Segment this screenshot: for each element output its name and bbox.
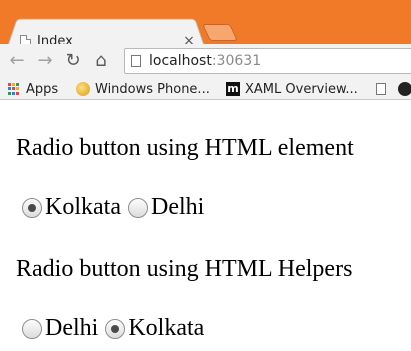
radio-label-delhi: Delhi [45,315,99,341]
section2-heading: Radio button using HTML Helpers [16,256,353,282]
radio-delhi[interactable] [22,318,42,339]
tab-strip: Index × [0,13,411,49]
page-icon [131,55,141,67]
radio-kolkata[interactable] [22,197,42,218]
m-logo-icon: m [226,82,240,96]
radio-label-delhi: Delhi [150,194,205,220]
url-port: :30631 [211,53,262,69]
radio-kolkata[interactable] [105,318,126,339]
bookmark-windows-phone[interactable]: Windows Phone... [76,80,210,98]
title-bar: Index × [0,0,411,49]
reload-icon[interactable]: ↻ [62,50,84,72]
apps-grid-icon [8,83,20,95]
browser-toolbar: ← → ↻ ⌂ localhost:30631 [0,44,411,78]
back-arrow-icon[interactable]: ← [6,50,28,72]
dark-circle-icon [398,82,411,96]
new-tab-button[interactable] [202,24,238,41]
address-bar[interactable]: localhost:30631 [124,48,411,74]
bookmark-document[interactable] [376,80,386,98]
url-host: localhost [149,53,212,69]
section1-heading: Radio button using HTML element [16,135,354,161]
bookmark-label: Apps [26,81,59,97]
radio-delhi[interactable] [127,197,148,218]
windows-phone-icon [76,82,90,96]
radio-label-kolkata: Kolkata [45,194,121,220]
bookmark-apps[interactable]: Apps [8,80,58,98]
bookmark-dark[interactable] [398,80,411,98]
bookmark-label: Windows Phone... [95,81,210,97]
forward-arrow-icon[interactable]: → [34,50,56,72]
home-icon[interactable]: ⌂ [90,50,112,72]
section1-radio-group: Kolkata Delhi [22,194,211,221]
document-icon [376,83,386,95]
section2-radio-group: Delhi Kolkata [22,315,211,342]
bookmark-label: XAML Overview... [245,81,358,97]
bookmarks-bar: Apps Windows Phone... m XAML Overview... [0,78,411,100]
page-content: Radio button using HTML element Kolkata … [0,101,411,351]
bookmark-xaml-overview[interactable]: m XAML Overview... [226,80,358,98]
radio-label-kolkata: Kolkata [128,315,205,341]
